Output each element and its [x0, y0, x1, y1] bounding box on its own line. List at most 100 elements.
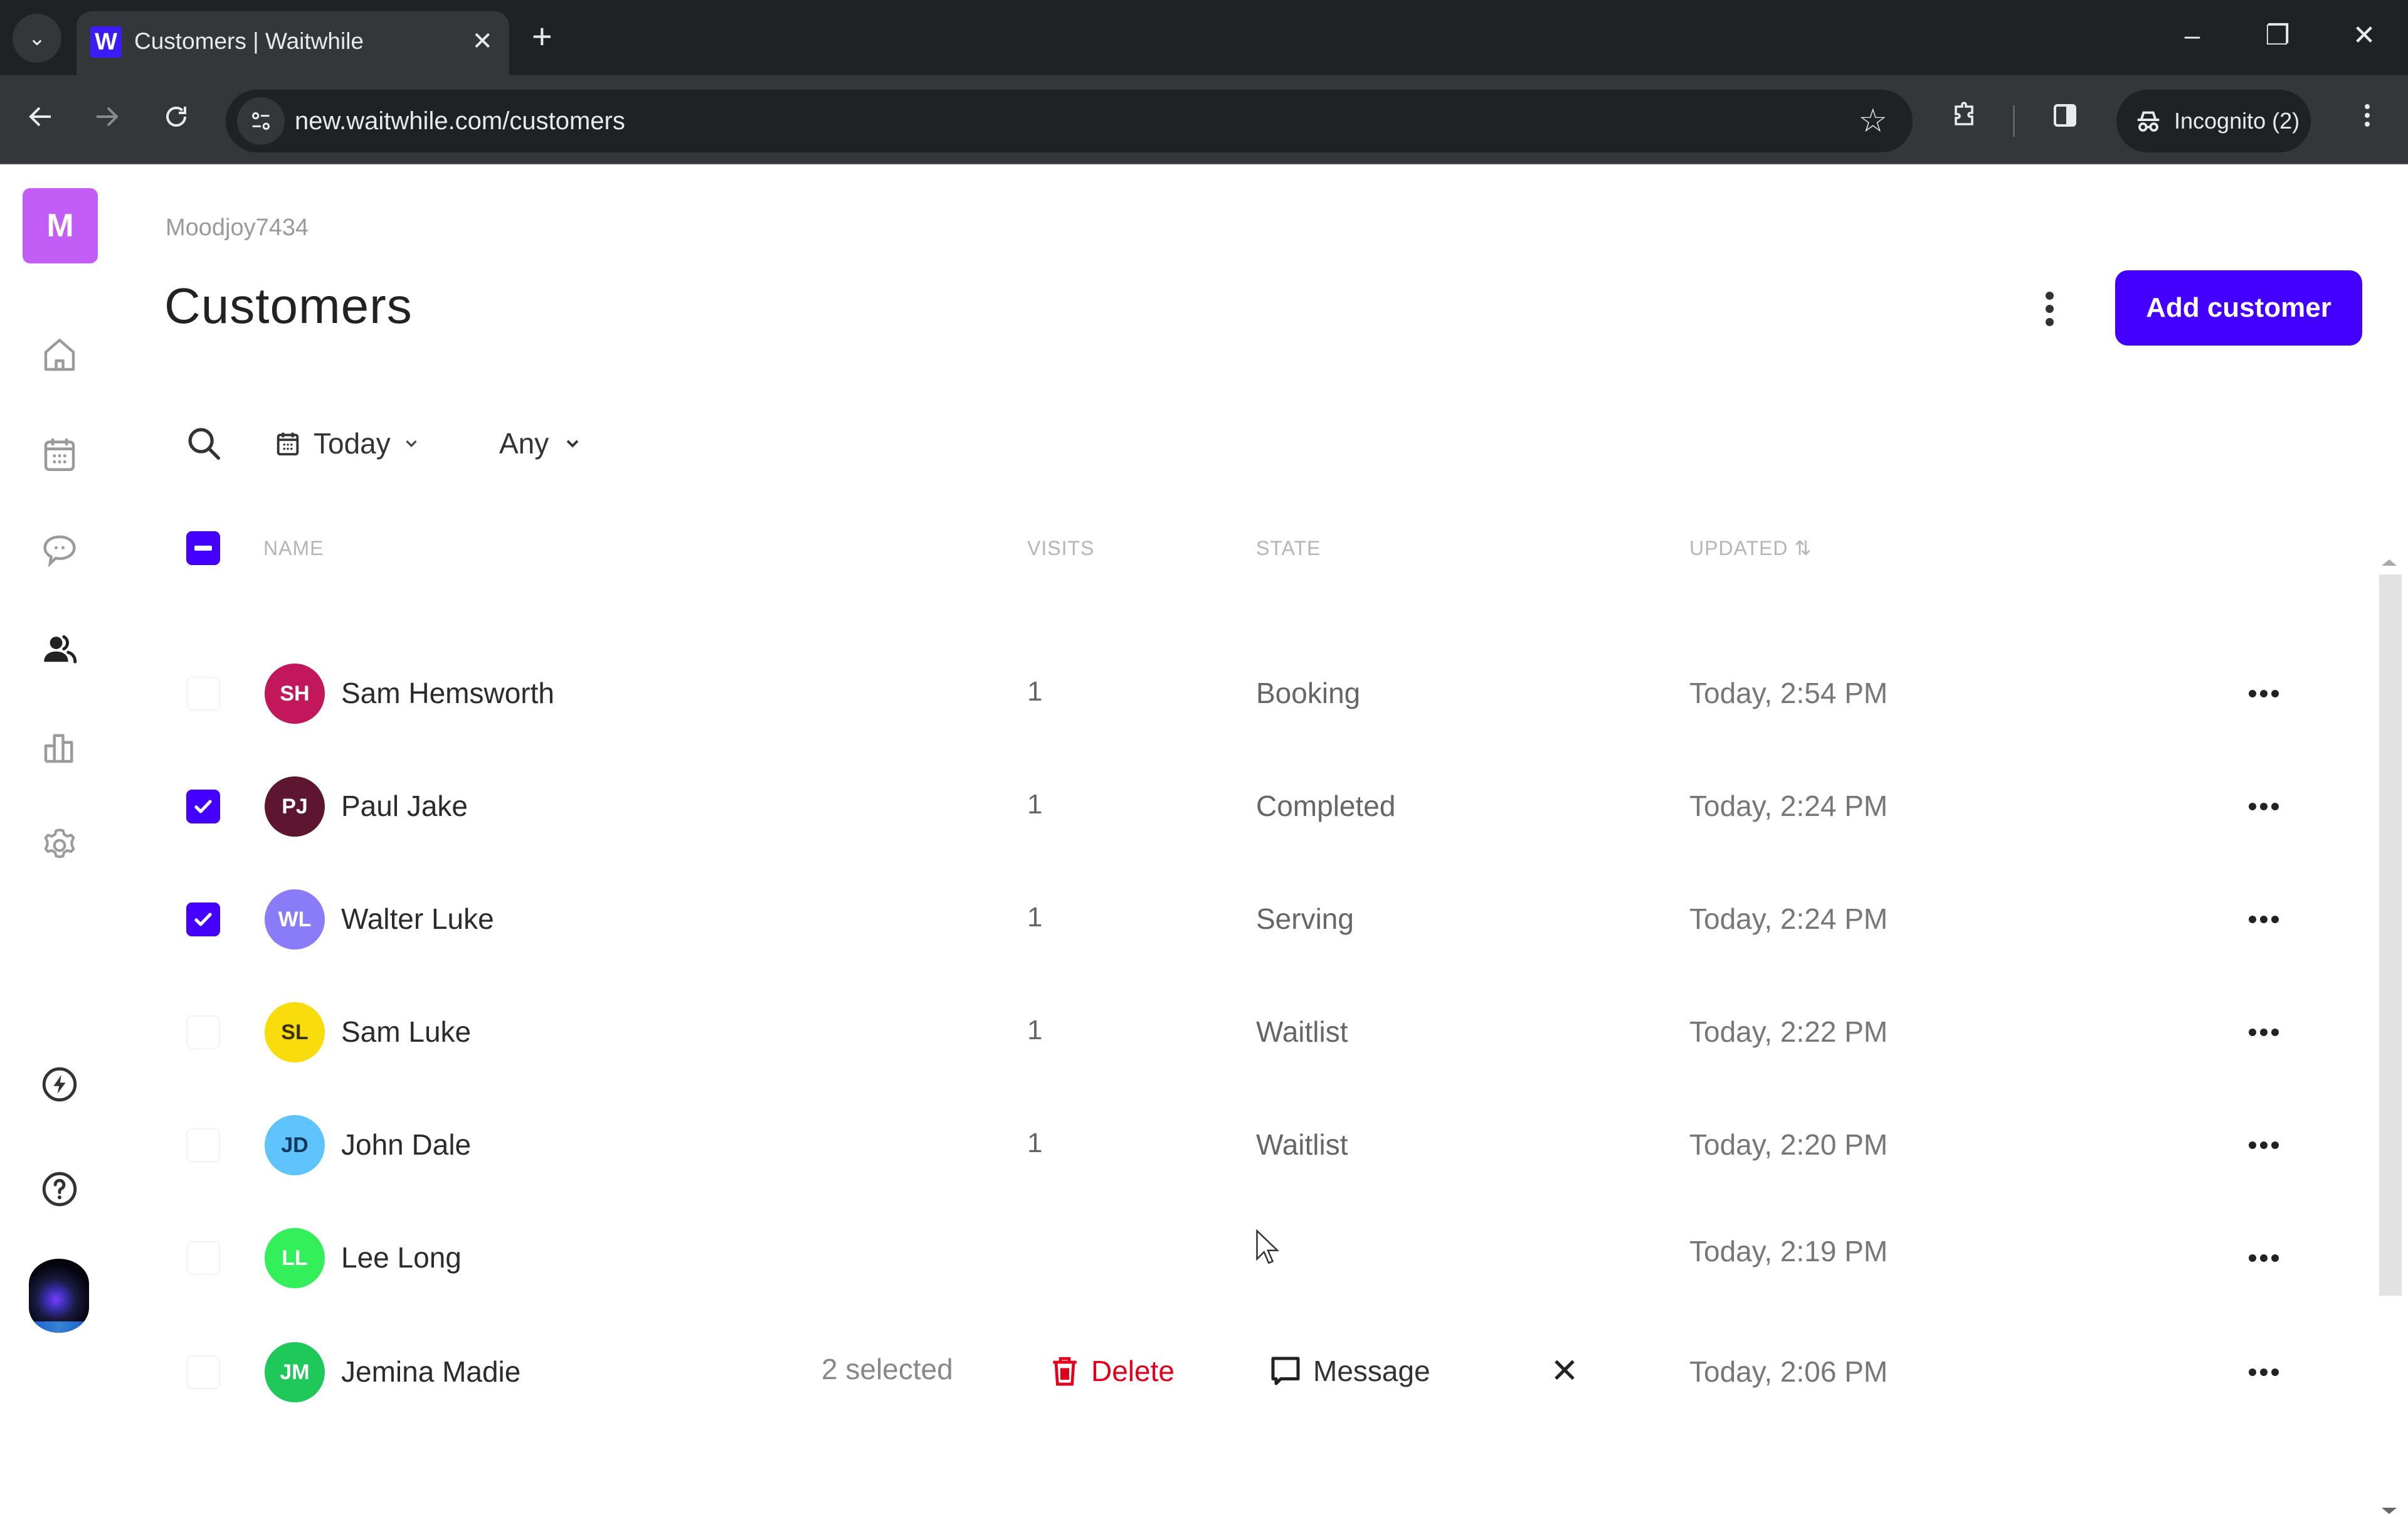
sidebar-item-customers[interactable] [34, 625, 85, 675]
row-more-actions-button[interactable] [2245, 788, 2283, 825]
customer-row[interactable]: SH Sam Hemsworth 1 Booking Today, 2:54 PM [163, 643, 2295, 744]
row-more-actions-button[interactable] [2245, 1239, 2283, 1277]
state-filter-dropdown[interactable]: Any [499, 421, 583, 465]
sidebar-item-whats-new[interactable] [34, 1059, 85, 1109]
add-customer-button[interactable]: Add customer [2115, 270, 2362, 346]
bar-chart-icon [44, 734, 73, 763]
customer-name[interactable]: Sam Luke [341, 1015, 471, 1049]
more-options-button[interactable] [2032, 283, 2067, 334]
sidebar-item-messages[interactable] [34, 526, 85, 576]
column-header-updated[interactable]: UPDATED ⇅ [1689, 534, 1812, 562]
site-info-button[interactable] [237, 97, 285, 145]
select-all-checkbox[interactable] [186, 531, 220, 565]
bulk-delete-label: Delete [1091, 1355, 1175, 1387]
date-filter-dropdown[interactable]: Today [273, 421, 421, 465]
sidebar-item-help[interactable] [34, 1164, 85, 1214]
customer-row[interactable]: WL Walter Luke 1 Serving Today, 2:24 PM [163, 869, 2295, 970]
back-button[interactable] [19, 99, 63, 143]
state-filter-value: Any [499, 427, 549, 460]
tab-close-button[interactable]: ✕ [472, 25, 493, 58]
sidebar-item-home[interactable] [34, 331, 85, 381]
sort-icon: ⇅ [1794, 537, 1812, 559]
dot [2249, 916, 2256, 923]
column-header-name[interactable]: NAME [263, 534, 324, 562]
row-more-actions-button[interactable] [2245, 1126, 2283, 1164]
customer-avatar: WL [265, 889, 325, 950]
row-checkbox[interactable] [186, 1128, 220, 1162]
row-more-actions-button[interactable] [2245, 1353, 2283, 1391]
sidebar-item-settings[interactable] [34, 820, 85, 871]
page-title: Customers [164, 278, 413, 334]
trash-icon [1053, 1357, 1077, 1386]
bulk-message-button[interactable]: Message [1267, 1347, 1430, 1395]
row-checkbox[interactable] [186, 790, 220, 823]
updated-time: Today, 2:24 PM [1689, 902, 1888, 935]
row-checkbox[interactable] [186, 677, 220, 711]
page-scrollbar[interactable] [2377, 559, 2402, 1519]
lightning-icon [42, 1067, 77, 1102]
date-filter-value: Today [314, 427, 391, 460]
customer-name[interactable]: Walter Luke [341, 902, 494, 936]
calendar-icon [44, 438, 75, 471]
customer-avatar: JM [265, 1342, 325, 1402]
dot [2260, 1029, 2268, 1036]
window-close-button[interactable]: ✕ [2339, 14, 2389, 58]
row-checkbox[interactable] [186, 902, 220, 936]
chevron-down-icon [566, 440, 579, 448]
row-checkbox[interactable] [186, 1241, 220, 1275]
customer-row[interactable]: LL Lee Long Today, 2:19 PM [163, 1208, 2295, 1308]
url-text[interactable]: new.waitwhile.com/customers [295, 102, 625, 140]
address-bar[interactable]: new.waitwhile.com/customers ☆ [226, 90, 1913, 152]
scroll-thumb[interactable] [2379, 574, 2402, 1296]
row-more-actions-button[interactable] [2245, 901, 2283, 938]
column-header-state[interactable]: STATE [1256, 534, 1321, 562]
customer-row[interactable]: SL Sam Luke 1 Waitlist Today, 2:22 PM [163, 982, 2295, 1082]
home-icon [44, 339, 75, 371]
user-avatar[interactable] [29, 1259, 89, 1333]
customer-avatar: PJ [265, 776, 325, 837]
extensions-button[interactable] [1943, 99, 1987, 143]
row-more-actions-button[interactable] [2245, 1014, 2283, 1051]
customer-name[interactable]: Paul Jake [341, 789, 468, 823]
customer-state: Waitlist [1256, 1015, 1348, 1048]
incognito-profile-button[interactable]: Incognito (2) [2116, 90, 2311, 152]
chevron-down-icon [406, 440, 417, 447]
row-more-actions-button[interactable] [2245, 675, 2283, 712]
sidebar-item-calendar[interactable] [34, 429, 85, 479]
sidebar-item-analytics[interactable] [34, 722, 85, 773]
dot [2260, 1254, 2268, 1262]
bookmark-star-icon[interactable]: ☆ [1858, 98, 1888, 144]
customer-row[interactable]: JD John Dale 1 Waitlist Today, 2:20 PM [163, 1095, 2295, 1195]
waitwhile-favicon-icon: W [90, 26, 122, 58]
scroll-down-arrow[interactable] [2382, 1508, 2397, 1514]
customer-name[interactable]: Sam Hemsworth [341, 676, 554, 710]
forward-button[interactable] [85, 99, 129, 143]
customer-avatar: JD [265, 1115, 325, 1175]
browser-menu-button[interactable] [2345, 99, 2389, 143]
calendar-icon [277, 432, 299, 456]
clear-selection-button[interactable]: ✕ [1543, 1347, 1587, 1395]
scroll-up-arrow[interactable] [2382, 559, 2397, 566]
row-checkbox[interactable] [186, 1355, 220, 1389]
tab-list-button[interactable]: ⌄ [13, 14, 61, 63]
search-button[interactable] [182, 421, 226, 465]
customer-row[interactable]: PJ Paul Jake 1 Completed Today, 2:24 PM [163, 756, 2295, 857]
mouse-cursor-icon [1256, 1229, 1280, 1264]
checkmark-icon [194, 913, 212, 926]
side-panel-button[interactable] [2043, 99, 2087, 143]
arrow-right-icon [97, 107, 119, 127]
customer-name[interactable]: Jemina Madie [341, 1355, 520, 1389]
reload-button[interactable] [154, 99, 198, 143]
browser-tab-active[interactable]: W Customers | Waitwhile ✕ [77, 11, 509, 77]
new-tab-button[interactable]: + [532, 16, 552, 56]
restore-button[interactable]: ❐ [2252, 14, 2303, 58]
column-header-visits[interactable]: VISITS [1027, 534, 1094, 562]
customer-name[interactable]: Lee Long [341, 1241, 462, 1274]
customer-name[interactable]: John Dale [341, 1128, 471, 1162]
bulk-delete-button[interactable]: Delete [1047, 1347, 1175, 1395]
org-switcher[interactable]: M [23, 188, 98, 263]
row-checkbox[interactable] [186, 1015, 220, 1049]
browser-tab-bar: ⌄ W Customers | Waitwhile ✕ + – ❐ ✕ [0, 0, 2408, 77]
dot [2249, 1368, 2256, 1376]
minimize-button[interactable]: – [2167, 14, 2217, 58]
